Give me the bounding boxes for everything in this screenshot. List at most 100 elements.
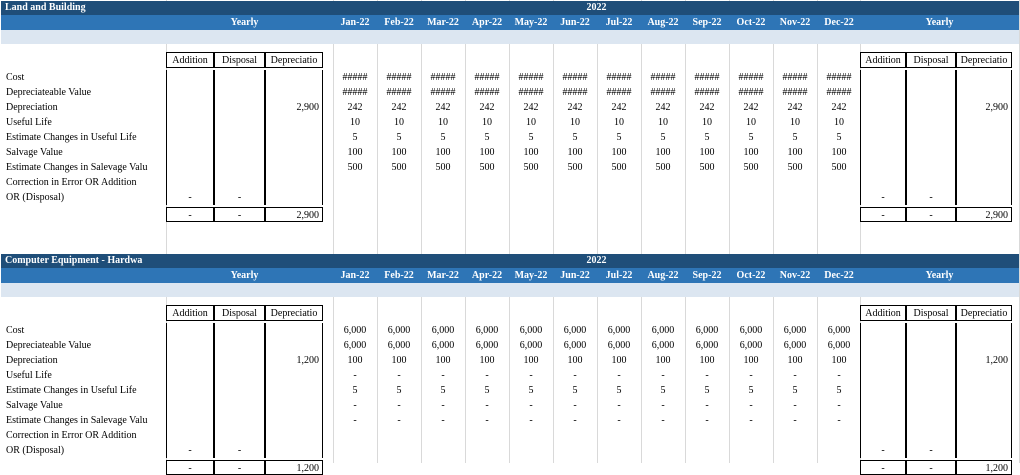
right-yearly-cell[interactable]: [956, 368, 1012, 383]
month-cell[interactable]: 5: [553, 130, 597, 145]
month-cell[interactable]: 500: [773, 160, 817, 175]
month-cell[interactable]: 10: [377, 115, 421, 130]
month-cell[interactable]: -: [641, 368, 685, 383]
row-label[interactable]: Useful Life: [2, 368, 166, 383]
month-cell[interactable]: -: [377, 413, 421, 428]
month-cell[interactable]: -: [817, 413, 861, 428]
month-cell[interactable]: 100: [465, 145, 509, 160]
right-yearly-cell[interactable]: [906, 130, 956, 145]
month-cell[interactable]: 500: [641, 160, 685, 175]
month-cell[interactable]: 6,000: [377, 338, 421, 353]
sub-header-left-0[interactable]: Addition: [166, 52, 214, 68]
row-label[interactable]: Cost: [2, 70, 166, 85]
right-yearly-cell[interactable]: [956, 160, 1012, 175]
left-yearly-cell[interactable]: 2,900: [265, 100, 323, 115]
right-yearly-cell[interactable]: [906, 160, 956, 175]
month-cell[interactable]: [817, 190, 861, 205]
left-yearly-cell[interactable]: [166, 175, 214, 190]
month-cell[interactable]: -: [729, 398, 773, 413]
month-header[interactable]: Jan-22: [333, 268, 377, 283]
right-yearly-cell[interactable]: [956, 443, 1012, 458]
month-cell[interactable]: 5: [553, 383, 597, 398]
month-cell[interactable]: 100: [817, 353, 861, 368]
month-cell[interactable]: 6,000: [685, 338, 729, 353]
month-header[interactable]: Oct-22: [729, 268, 773, 283]
month-cell[interactable]: 6,000: [553, 338, 597, 353]
right-yearly-cell[interactable]: [906, 115, 956, 130]
month-cell[interactable]: 5: [333, 383, 377, 398]
month-header[interactable]: Jun-22: [553, 268, 597, 283]
month-cell[interactable]: 5: [773, 130, 817, 145]
left-yearly-cell[interactable]: [265, 115, 323, 130]
month-cell[interactable]: 6,000: [729, 338, 773, 353]
right-yearly-cell[interactable]: [860, 383, 906, 398]
month-cell[interactable]: [685, 190, 729, 205]
month-cell[interactable]: [509, 175, 553, 190]
month-cell[interactable]: -: [729, 413, 773, 428]
row-label[interactable]: Estimate Changes in Useful Life: [2, 130, 166, 145]
month-cell[interactable]: #####: [509, 85, 553, 100]
month-cell[interactable]: #####: [817, 85, 861, 100]
right-yearly-cell[interactable]: [956, 175, 1012, 190]
row-label[interactable]: Estimate Changes in Useful Life: [2, 383, 166, 398]
sub-header-left-0[interactable]: Addition: [166, 305, 214, 321]
month-cell[interactable]: [729, 190, 773, 205]
sub-header-right-2[interactable]: Depreciatio: [956, 52, 1012, 68]
month-cell[interactable]: #####: [421, 70, 465, 85]
left-yearly-cell[interactable]: [214, 338, 265, 353]
right-yearly-cell[interactable]: [956, 428, 1012, 443]
month-cell[interactable]: [773, 443, 817, 458]
month-cell[interactable]: [597, 190, 641, 205]
month-cell[interactable]: 6,000: [641, 323, 685, 338]
month-cell[interactable]: 500: [817, 160, 861, 175]
month-cell[interactable]: #####: [685, 85, 729, 100]
month-cell[interactable]: [333, 443, 377, 458]
month-cell[interactable]: [597, 428, 641, 443]
month-cell[interactable]: #####: [509, 70, 553, 85]
month-cell[interactable]: 5: [421, 130, 465, 145]
right-yearly-cell[interactable]: 2,900: [956, 100, 1012, 115]
month-cell[interactable]: -: [729, 368, 773, 383]
month-cell[interactable]: 242: [421, 100, 465, 115]
right-yearly-cell[interactable]: [860, 338, 906, 353]
month-cell[interactable]: 100: [641, 145, 685, 160]
month-cell[interactable]: 6,000: [333, 338, 377, 353]
month-cell[interactable]: 5: [465, 383, 509, 398]
left-yearly-cell[interactable]: [166, 100, 214, 115]
left-yearly-cell[interactable]: [166, 368, 214, 383]
right-yearly-cell[interactable]: [956, 190, 1012, 205]
month-cell[interactable]: 6,000: [817, 323, 861, 338]
month-cell[interactable]: [685, 428, 729, 443]
right-yearly-cell[interactable]: [906, 398, 956, 413]
month-cell[interactable]: 6,000: [421, 338, 465, 353]
right-yearly-cell[interactable]: [860, 70, 906, 85]
month-cell[interactable]: 500: [685, 160, 729, 175]
month-cell[interactable]: 5: [377, 383, 421, 398]
month-header[interactable]: Sep-22: [685, 268, 729, 283]
month-header[interactable]: Mar-22: [421, 15, 465, 30]
month-cell[interactable]: -: [333, 413, 377, 428]
left-yearly-cell[interactable]: [265, 413, 323, 428]
left-yearly-cell[interactable]: [166, 353, 214, 368]
right-yearly-cell[interactable]: [860, 323, 906, 338]
right-yearly-cell[interactable]: [906, 338, 956, 353]
month-cell[interactable]: 100: [421, 145, 465, 160]
month-cell[interactable]: 500: [421, 160, 465, 175]
row-label[interactable]: Estimate Changes in Salevage Valu: [2, 160, 166, 175]
month-cell[interactable]: [729, 175, 773, 190]
month-cell[interactable]: 100: [553, 145, 597, 160]
month-header[interactable]: Jul-22: [597, 268, 641, 283]
right-yearly-cell[interactable]: [860, 85, 906, 100]
left-total-cell[interactable]: 2,900: [265, 207, 323, 222]
month-cell[interactable]: -: [465, 398, 509, 413]
right-yearly-cell[interactable]: [860, 115, 906, 130]
month-header[interactable]: Nov-22: [773, 268, 817, 283]
right-yearly-cell[interactable]: [906, 428, 956, 443]
month-cell[interactable]: -: [333, 368, 377, 383]
right-total-cell[interactable]: -: [906, 207, 956, 222]
month-cell[interactable]: 5: [685, 130, 729, 145]
month-cell[interactable]: 242: [817, 100, 861, 115]
month-cell[interactable]: 242: [729, 100, 773, 115]
sub-header-left-1[interactable]: Disposal: [214, 52, 265, 68]
month-cell[interactable]: [597, 443, 641, 458]
